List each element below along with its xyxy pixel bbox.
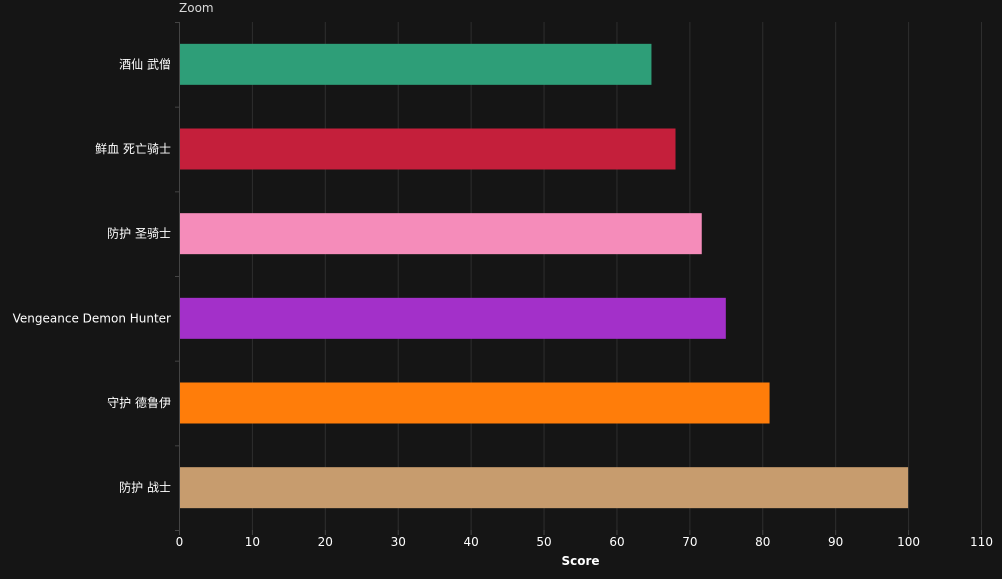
bar[interactable] — [180, 297, 726, 339]
x-tick-label: 10 — [245, 535, 260, 549]
bar-chart: 酒仙 武僧鲜血 死亡骑士防护 圣骑士 Vengeance Demon Hunter… — [13, 22, 993, 568]
bar[interactable] — [180, 213, 702, 255]
x-tick-label: 30 — [391, 535, 406, 549]
x-tick-label: 20 — [318, 535, 333, 549]
bar[interactable] — [180, 467, 909, 509]
bar[interactable] — [180, 128, 676, 170]
x-tick-label: 80 — [755, 535, 770, 549]
x-tick-label: 60 — [609, 535, 624, 549]
category-label: Vengeance Demon Hunter — [13, 311, 171, 325]
bar[interactable] — [180, 43, 652, 85]
x-tick-label: 50 — [536, 535, 551, 549]
x-tick-label: 100 — [897, 535, 920, 549]
bar[interactable] — [180, 382, 770, 424]
x-tick-label: 70 — [682, 535, 697, 549]
x-axis-title: Score — [561, 554, 599, 568]
x-tick-label: 40 — [463, 535, 478, 549]
zoom-button[interactable]: Zoom — [179, 1, 214, 15]
category-label: 鲜血 死亡骑士 — [95, 142, 171, 156]
x-tick-label: 110 — [970, 535, 993, 549]
chart-container: Zoom 酒仙 武僧鲜血 死亡骑士防护 圣骑士 Vengeance Demon H… — [0, 0, 1002, 579]
category-label: 防护 圣骑士 — [107, 226, 171, 241]
category-label: 防护 战士 — [119, 480, 171, 495]
category-label: 酒仙 武僧 — [119, 57, 171, 71]
x-tick-label: 90 — [828, 535, 843, 549]
category-label: 守护 德鲁伊 — [107, 395, 171, 410]
x-tick-label: 0 — [176, 535, 184, 549]
